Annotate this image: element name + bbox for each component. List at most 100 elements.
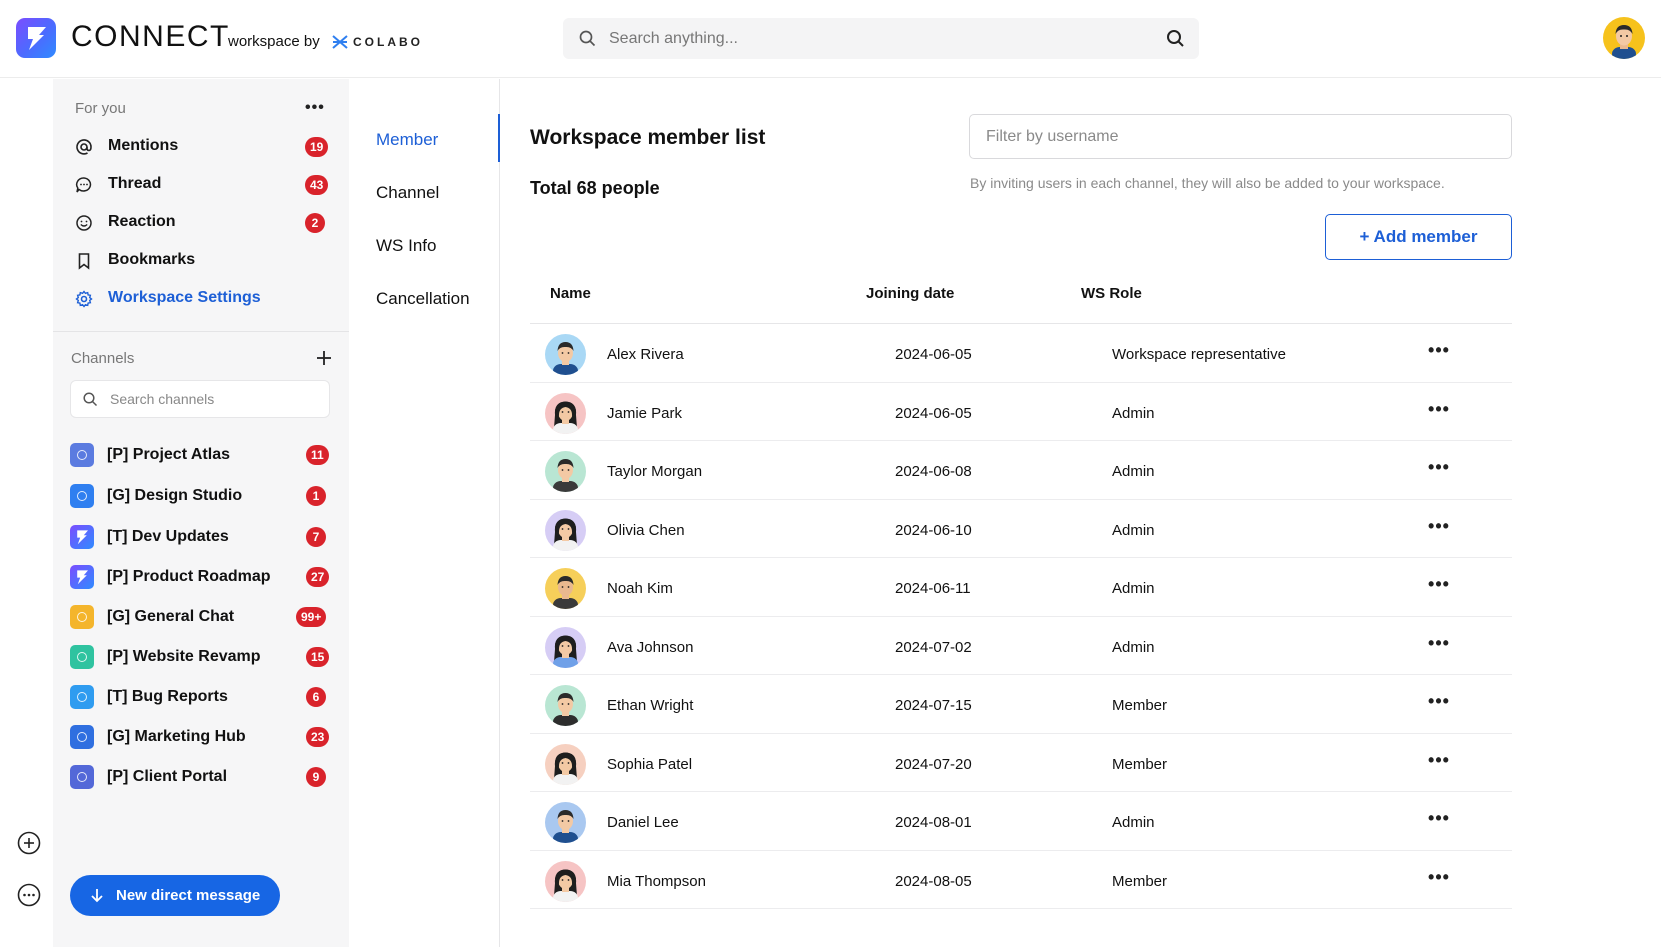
row-more-icon[interactable]: •••: [1427, 575, 1451, 598]
member-avatar[interactable]: [545, 392, 586, 434]
unread-badge: 11: [306, 445, 329, 465]
row-more-icon[interactable]: •••: [1427, 341, 1451, 364]
member-avatar[interactable]: [545, 451, 586, 492]
unread-badge: 15: [306, 647, 330, 667]
member-avatar[interactable]: [545, 743, 586, 785]
sidebar-item-mentions[interactable]: Mentions 19: [75, 133, 330, 161]
column-header-ws-role[interactable]: WS Role: [1081, 285, 1142, 302]
add-channel-icon[interactable]: [315, 349, 333, 367]
tab-cancellation[interactable]: Cancellation: [376, 289, 470, 309]
row-more-icon[interactable]: •••: [1427, 634, 1451, 657]
row-more-icon[interactable]: •••: [1427, 868, 1451, 891]
channel-item[interactable]: [G] Design Studio 1: [70, 482, 330, 510]
channel-item[interactable]: [T] Bug Reports 6: [70, 683, 330, 711]
row-more-icon[interactable]: •••: [1427, 400, 1451, 423]
table-row[interactable]: Olivia Chen 2024-06-10 Admin •••: [530, 500, 1512, 558]
member-name[interactable]: Mia Thompson: [607, 873, 706, 890]
table-row[interactable]: Daniel Lee 2024-08-01 Admin •••: [530, 792, 1512, 851]
channel-search-input[interactable]: [110, 381, 320, 417]
member-avatar[interactable]: [545, 626, 586, 668]
arrow-down-icon: [91, 889, 103, 903]
member-avatar[interactable]: [545, 860, 586, 902]
row-more-icon[interactable]: •••: [1427, 751, 1451, 774]
sidebar-item-label: Mentions: [108, 137, 179, 154]
member-role: Member: [1112, 697, 1168, 714]
table-row[interactable]: Ava Johnson 2024-07-02 Admin •••: [530, 617, 1512, 675]
member-joining-date: 2024-06-05: [895, 404, 972, 422]
row-more-icon[interactable]: •••: [1427, 692, 1451, 715]
member-name[interactable]: Sophia Patel: [607, 756, 692, 773]
add-circle-icon[interactable]: [17, 831, 41, 855]
invite-hint: By inviting users in each channel, they …: [970, 175, 1445, 191]
channel-label: [T] Bug Reports: [107, 688, 228, 705]
member-avatar[interactable]: [545, 685, 586, 726]
brand-name: CONNECT: [71, 20, 230, 53]
gear-icon: [75, 290, 93, 308]
connect-logo-icon[interactable]: [16, 18, 56, 58]
colabo-logo-icon: [332, 35, 348, 49]
channel-label: [T] Dev Updates: [107, 528, 229, 545]
member-name[interactable]: Ethan Wright: [607, 697, 693, 714]
add-member-button[interactable]: + Add member: [1325, 214, 1512, 260]
table-row[interactable]: Jamie Park 2024-06-05 Admin •••: [530, 383, 1512, 441]
member-name[interactable]: Noah Kim: [607, 580, 673, 597]
member-avatar[interactable]: [545, 334, 586, 375]
channel-item[interactable]: [G] General Chat 99+: [70, 603, 330, 631]
tab-member[interactable]: Member: [376, 130, 438, 150]
channel-item[interactable]: [T] Dev Updates 7: [70, 523, 330, 551]
member-name[interactable]: Olivia Chen: [607, 522, 685, 539]
channel-icon: [70, 484, 94, 508]
filter-username-input[interactable]: [969, 114, 1512, 159]
member-name[interactable]: Taylor Morgan: [607, 463, 702, 480]
table-row[interactable]: Mia Thompson 2024-08-05 Member •••: [530, 851, 1512, 909]
unread-badge: 9: [306, 767, 326, 787]
member-role: Member: [1112, 755, 1168, 773]
channel-item[interactable]: [P] Website Revamp 15: [70, 643, 330, 671]
table-row[interactable]: Ethan Wright 2024-07-15 Member •••: [530, 675, 1512, 734]
sidebar-item-label: Reaction: [108, 213, 176, 230]
table-row[interactable]: Alex Rivera 2024-06-05 Workspace represent…: [530, 324, 1512, 383]
column-header-joining-date[interactable]: Joining date: [866, 285, 954, 302]
chat-bubble-icon: [75, 177, 92, 193]
sidebar-item-thread[interactable]: Thread 43: [75, 171, 330, 199]
sidebar-item-reaction[interactable]: Reaction 2: [75, 209, 330, 237]
top-header: CONNECT workspace by COLABO: [0, 0, 1661, 78]
channel-item[interactable]: [P] Project Atlas 11: [70, 441, 330, 469]
for-you-more-icon[interactable]: •••: [305, 99, 325, 117]
more-circle-icon[interactable]: [17, 883, 41, 907]
tab-channel[interactable]: Channel: [376, 183, 439, 203]
member-avatar[interactable]: [545, 802, 586, 843]
sidebar-item-workspace-settings[interactable]: Workspace Settings: [75, 285, 330, 313]
member-joining-date: 2024-06-11: [895, 580, 971, 597]
unread-badge: 2: [305, 213, 325, 233]
member-name[interactable]: Ava Johnson: [607, 639, 693, 656]
unread-badge: 19: [305, 137, 329, 157]
global-search-input[interactable]: [609, 18, 1129, 59]
column-header-name[interactable]: Name: [550, 285, 591, 302]
row-more-icon[interactable]: •••: [1427, 809, 1451, 832]
member-list-panel: Workspace member list Total 68 people By…: [501, 79, 1661, 947]
member-avatar[interactable]: [545, 509, 586, 551]
global-search: [563, 18, 1199, 59]
member-avatar[interactable]: [545, 568, 586, 609]
channel-item[interactable]: [G] Marketing Hub 23: [70, 723, 330, 751]
current-user-avatar[interactable]: [1603, 17, 1645, 59]
channel-icon: [70, 565, 94, 589]
sidebar-item-bookmarks[interactable]: Bookmarks: [75, 247, 330, 275]
tab-ws-info[interactable]: WS Info: [376, 236, 436, 256]
member-role: Member: [1112, 872, 1168, 890]
channel-icon: [70, 525, 94, 549]
table-row[interactable]: Sophia Patel 2024-07-20 Member •••: [530, 734, 1512, 792]
table-row[interactable]: Noah Kim 2024-06-11 Admin •••: [530, 558, 1512, 617]
member-name[interactable]: Daniel Lee: [607, 814, 679, 831]
row-more-icon[interactable]: •••: [1427, 517, 1451, 540]
channel-item[interactable]: [P] Product Roadmap 27: [70, 563, 330, 591]
table-row[interactable]: Taylor Morgan 2024-06-08 Admin •••: [530, 441, 1512, 500]
member-name[interactable]: Jamie Park: [607, 405, 682, 422]
member-name[interactable]: Alex Rivera: [607, 346, 684, 363]
new-direct-message-button[interactable]: New direct message: [70, 875, 280, 916]
member-joining-date: 2024-08-01: [895, 814, 972, 831]
channel-item[interactable]: [P] Client Portal 9: [70, 763, 330, 791]
row-more-icon[interactable]: •••: [1427, 458, 1451, 481]
search-submit-icon[interactable]: [1166, 29, 1185, 48]
